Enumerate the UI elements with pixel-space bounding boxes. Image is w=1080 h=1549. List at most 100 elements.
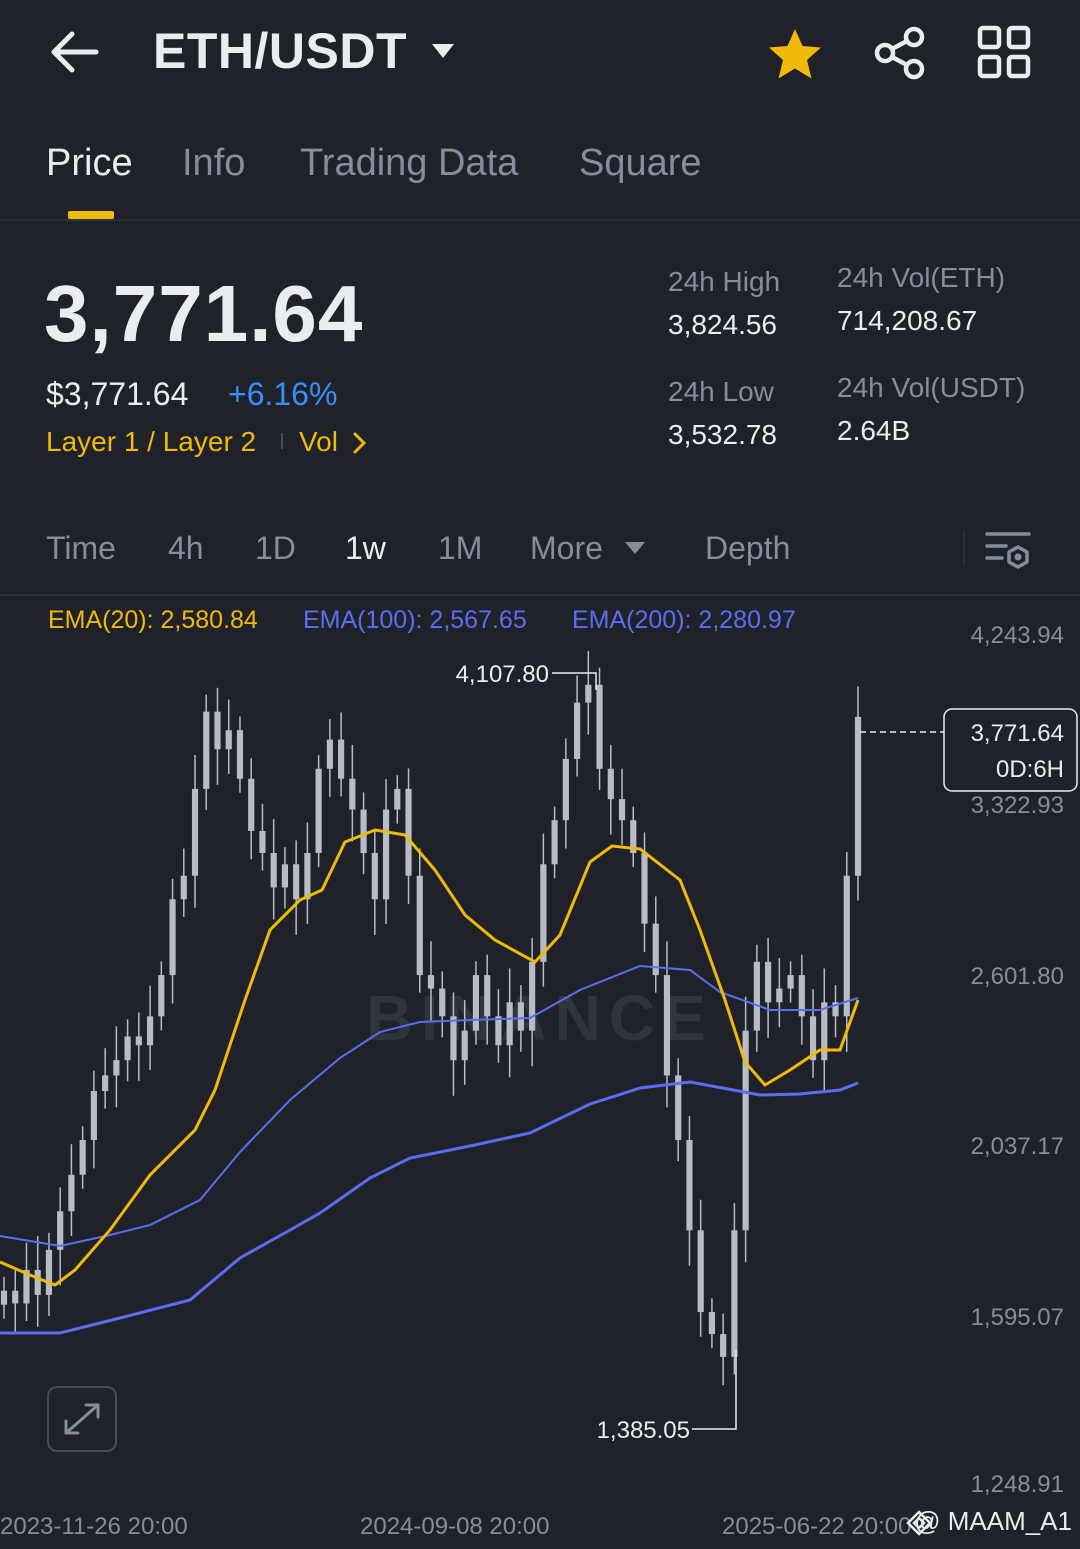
low-marker: 1,385.05 — [597, 1350, 737, 1444]
tab-info[interactable]: Info — [182, 142, 245, 185]
back-arrow-icon[interactable] — [48, 30, 102, 74]
timeframe-1d[interactable]: 1D — [255, 530, 296, 567]
star-icon[interactable] — [766, 26, 824, 82]
expand-chart-button[interactable] — [47, 1386, 117, 1452]
candle — [293, 864, 300, 900]
y-tick: 2,601.80 — [971, 963, 1064, 990]
stat-low-label: 24h Low — [668, 376, 774, 407]
candle — [382, 809, 390, 900]
candle — [270, 853, 277, 888]
depth-tab[interactable]: Depth — [705, 530, 790, 567]
credit-text: @ MAAM_A1 — [914, 1506, 1072, 1536]
candle — [315, 768, 322, 854]
candle — [113, 1060, 120, 1076]
candle — [765, 961, 772, 1003]
low-marker-label: 1,385.05 — [597, 1417, 690, 1444]
candle — [753, 961, 760, 1031]
divider — [0, 219, 1080, 221]
candle — [472, 975, 480, 1031]
candle — [484, 975, 491, 1017]
stat-high-value: 3,824.56 — [668, 309, 777, 340]
candle — [191, 788, 199, 876]
candle — [697, 1230, 704, 1313]
caret-down-icon[interactable] — [430, 42, 456, 60]
candle — [551, 820, 558, 865]
countdown-label: 0D:6H — [996, 756, 1064, 783]
timeframe-1w[interactable]: 1w — [345, 530, 386, 567]
chart-settings-icon[interactable] — [984, 528, 1032, 570]
candle — [787, 975, 794, 989]
candlestick-chart[interactable]: BINANCE 4,107.80 1,385.05 4,243.94 3,322… — [0, 600, 1080, 1549]
candle — [843, 875, 850, 1017]
x-tick: 2025-06-22 20:00 — [722, 1513, 912, 1540]
candle — [45, 1249, 53, 1295]
category-tag[interactable]: Layer 1 / Layer 2 — [46, 426, 256, 458]
current-price-label: 3,771.64 — [971, 720, 1064, 747]
candle — [776, 988, 783, 1003]
candle — [517, 1002, 524, 1031]
x-tick: 2024-09-08 20:00 — [360, 1513, 550, 1540]
candle — [596, 684, 603, 769]
candle — [90, 1091, 97, 1141]
y-tick: 1,595.07 — [971, 1304, 1064, 1331]
candle — [236, 730, 244, 779]
caret-down-icon[interactable] — [624, 541, 646, 555]
stat-vol-eth-label: 24h Vol(ETH) — [837, 262, 1006, 293]
y-tick: 3,322.93 — [971, 792, 1064, 819]
candle — [57, 1211, 64, 1250]
stat-vol-eth-value: 714,208.67 — [837, 305, 978, 336]
candle — [450, 1016, 457, 1061]
candle — [394, 788, 401, 810]
candle — [180, 875, 187, 900]
timeframe-1m[interactable]: 1M — [438, 530, 482, 567]
chevron-right-icon[interactable] — [351, 431, 367, 455]
candle — [720, 1334, 727, 1357]
expand-icon — [64, 1403, 100, 1435]
candle — [169, 899, 176, 976]
candle — [562, 758, 569, 821]
candle — [854, 716, 862, 876]
candle — [338, 739, 345, 779]
tab-price[interactable]: Price — [46, 142, 133, 185]
tab-trading-data[interactable]: Trading Data — [300, 142, 518, 185]
candle — [135, 1036, 142, 1046]
candle — [259, 830, 266, 854]
tab-square[interactable]: Square — [579, 142, 702, 185]
candle — [146, 1016, 154, 1046]
last-price: 3,771.64 — [44, 269, 364, 358]
share-icon[interactable] — [872, 26, 928, 80]
candle — [225, 730, 232, 750]
candle — [326, 739, 333, 769]
candle — [461, 1030, 468, 1061]
pair-title[interactable]: ETH/USDT — [153, 22, 407, 80]
candle — [281, 864, 289, 888]
price-change-percent: +6.16% — [228, 376, 338, 412]
timeframe-more[interactable]: More — [530, 530, 603, 567]
timeframe-time[interactable]: Time — [46, 530, 116, 567]
stat-vol-usdt-label: 24h Vol(USDT) — [837, 372, 1026, 403]
candle — [349, 778, 356, 810]
y-tick: 2,037.17 — [971, 1133, 1064, 1160]
high-marker-label: 4,107.80 — [456, 661, 549, 688]
candle — [203, 711, 210, 789]
candle — [585, 684, 592, 703]
candle — [405, 788, 412, 876]
candle — [360, 809, 367, 854]
candle — [68, 1174, 75, 1212]
candle — [79, 1140, 86, 1175]
stat-high-label: 24h High — [668, 266, 781, 297]
candle — [102, 1075, 109, 1092]
candle — [34, 1269, 41, 1295]
candle — [663, 975, 671, 1076]
active-tab-indicator — [68, 211, 114, 219]
tag-separator — [281, 433, 283, 449]
candle — [529, 961, 536, 1031]
ema200-line — [0, 1080, 859, 1335]
timeframe-4h[interactable]: 4h — [168, 530, 204, 567]
candle — [618, 799, 626, 821]
usd-price: $3,771.64 — [46, 376, 189, 412]
vol-tag[interactable]: Vol — [299, 426, 338, 458]
divider — [963, 530, 965, 566]
candle — [124, 1036, 131, 1061]
grid-icon[interactable] — [976, 25, 1032, 79]
